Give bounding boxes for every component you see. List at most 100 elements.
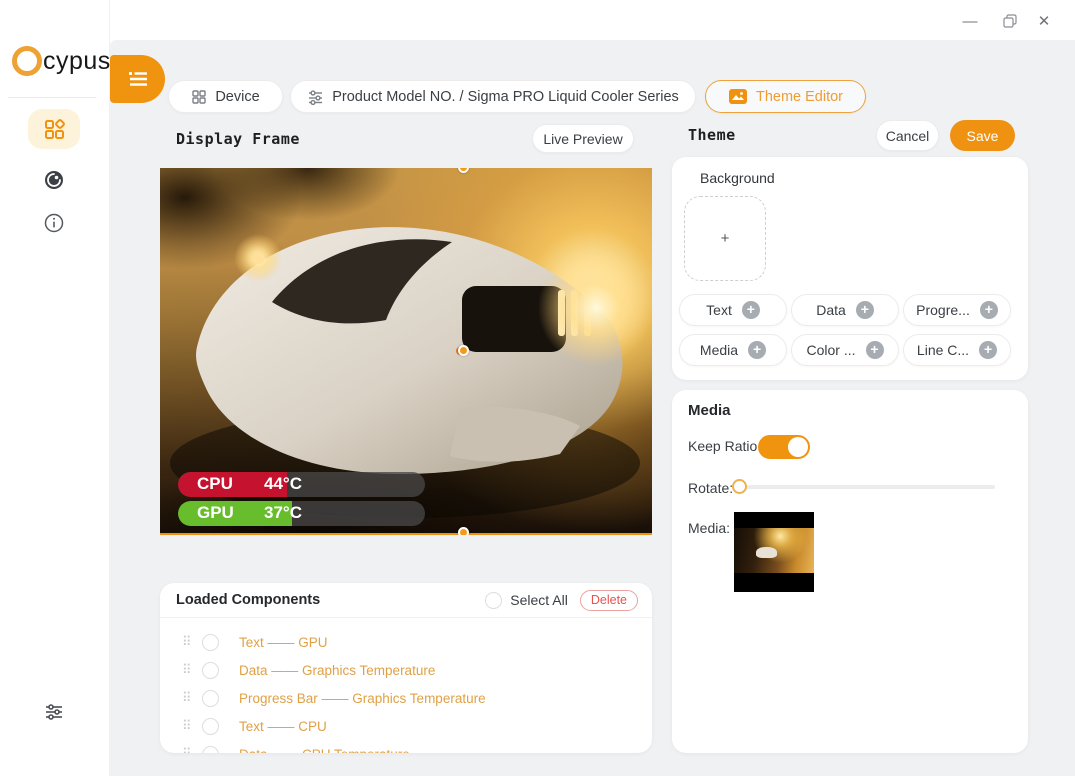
tab-device[interactable]: Device [168, 80, 283, 113]
tab-product-label: Product Model NO. / Sigma PRO Liquid Coo… [332, 89, 679, 105]
add-color-button[interactable]: Color ... + [791, 334, 899, 366]
add-data-label: Data [816, 302, 846, 318]
component-row[interactable]: ⠿ Progress Bar —— Graphics Temperature [160, 684, 652, 712]
collapse-menu-button[interactable] [110, 55, 165, 103]
drag-handle-icon[interactable]: ⠿ [182, 662, 202, 678]
toggle-knob [788, 437, 808, 457]
component-label[interactable]: Data —— Graphics Temperature [239, 663, 435, 678]
component-radio[interactable] [202, 718, 219, 735]
tab-theme-editor[interactable]: Theme Editor [705, 80, 866, 113]
close-button[interactable]: ✕ [1031, 8, 1057, 34]
loaded-components-panel: Loaded Components Select All Delete ⠿ Te… [160, 583, 652, 753]
tab-theme-editor-label: Theme Editor [756, 89, 843, 105]
add-text-label: Text [706, 302, 732, 318]
list-menu-icon [128, 70, 148, 88]
plus-icon: + [721, 230, 730, 247]
select-all-control[interactable]: Select All [485, 592, 568, 609]
rotate-slider-track[interactable] [744, 485, 995, 489]
media-panel: Media Keep Ratio: Rotate: Media: [672, 390, 1028, 753]
info-icon [43, 212, 65, 234]
sidebar-item-settings[interactable] [28, 692, 80, 732]
brand-logo: cypus [12, 46, 111, 76]
theme-panel-title: Theme [688, 126, 736, 144]
tab-device-label: Device [215, 89, 259, 105]
add-background-button[interactable]: + [684, 196, 766, 281]
add-text-button[interactable]: Text + [679, 294, 787, 326]
select-all-label: Select All [510, 592, 568, 608]
component-row[interactable]: ⠿ Text —— CPU [160, 712, 652, 740]
sliders-icon [43, 701, 65, 723]
media-panel-title: Media [688, 402, 731, 419]
titlebar: — ✕ [0, 0, 1075, 40]
selection-handle-center[interactable] [458, 345, 469, 356]
component-row[interactable]: ⠿ Data —— Graphics Temperature [160, 656, 652, 684]
dashboard-grid-icon [43, 118, 65, 140]
component-radio[interactable] [202, 634, 219, 651]
drag-handle-icon[interactable]: ⠿ [182, 746, 202, 753]
plus-circle-icon: + [742, 301, 760, 319]
gpu-label: GPU [197, 503, 234, 523]
sidebar-item-info[interactable] [28, 203, 80, 243]
minimize-button[interactable]: — [957, 8, 983, 34]
cpu-temp-bar[interactable]: CPU 44°C [178, 472, 425, 497]
media-thumbnail-image [734, 528, 814, 573]
background-panel: Background + Text + Data + Progre... + M… [672, 157, 1028, 380]
cpu-label: CPU [197, 474, 233, 494]
component-label[interactable]: Text —— GPU [239, 635, 328, 650]
media-thumbnail[interactable] [734, 512, 814, 592]
media-source-label: Media: [688, 520, 730, 536]
sidebar-item-performance[interactable] [28, 160, 80, 200]
thumbnail-car-shape [756, 547, 777, 559]
drag-handle-icon[interactable]: ⠿ [182, 718, 202, 734]
add-media-button[interactable]: Media + [679, 334, 787, 366]
sidebar-item-dashboard[interactable] [28, 109, 80, 149]
component-label[interactable]: Data —— CPU Temperature [239, 747, 410, 754]
loaded-components-header: Loaded Components Select All Delete [160, 583, 652, 618]
save-button[interactable]: Save [950, 120, 1015, 151]
app-window: — ✕ cypus [0, 0, 1075, 776]
window-restore-icon [1003, 14, 1017, 28]
display-frame-canvas[interactable]: CPU 44°C GPU 37°C [160, 168, 652, 535]
add-media-label: Media [700, 342, 738, 358]
tab-product-model[interactable]: Product Model NO. / Sigma PRO Liquid Coo… [290, 80, 696, 113]
selection-handle-bottom[interactable] [458, 527, 469, 535]
component-radio[interactable] [202, 746, 219, 754]
background-label: Background [700, 170, 775, 186]
cpu-temp-value: 44°C [264, 474, 302, 494]
keep-ratio-toggle[interactable] [758, 435, 810, 459]
component-label[interactable]: Progress Bar —— Graphics Temperature [239, 691, 486, 706]
gpu-temp-bar[interactable]: GPU 37°C [178, 501, 425, 526]
add-progress-button[interactable]: Progre... + [903, 294, 1011, 326]
rotate-slider-handle[interactable] [732, 479, 747, 494]
sidebar: cypus [0, 0, 110, 776]
cancel-label: Cancel [886, 128, 930, 144]
image-icon [728, 88, 748, 105]
select-all-radio[interactable] [485, 592, 502, 609]
add-data-button[interactable]: Data + [791, 294, 899, 326]
tune-sliders-icon [307, 89, 324, 105]
add-progress-label: Progre... [916, 302, 970, 318]
plus-circle-icon: + [748, 341, 766, 359]
sidebar-divider [8, 97, 96, 98]
plus-circle-icon: + [866, 341, 884, 359]
add-line-chart-label: Line C... [917, 342, 969, 358]
component-label[interactable]: Text —— CPU [239, 719, 327, 734]
logo-ring-icon [12, 46, 42, 76]
component-radio[interactable] [202, 690, 219, 707]
live-preview-button[interactable]: Live Preview [532, 124, 634, 153]
plus-circle-icon: + [979, 341, 997, 359]
gauge-icon [43, 169, 65, 191]
drag-handle-icon[interactable]: ⠿ [182, 634, 202, 650]
component-radio[interactable] [202, 662, 219, 679]
add-line-chart-button[interactable]: Line C... + [903, 334, 1011, 366]
drag-handle-icon[interactable]: ⠿ [182, 690, 202, 706]
component-row[interactable]: ⠿ Text —— GPU [160, 628, 652, 656]
display-frame-title: Display Frame [176, 130, 300, 148]
loaded-components-title: Loaded Components [176, 592, 485, 608]
component-row[interactable]: ⠿ Data —— CPU Temperature [160, 740, 652, 753]
rotate-label: Rotate: [688, 480, 733, 496]
cancel-button[interactable]: Cancel [876, 120, 939, 151]
live-preview-label: Live Preview [543, 131, 622, 147]
restore-button[interactable] [997, 8, 1023, 34]
delete-button[interactable]: Delete [580, 590, 638, 611]
